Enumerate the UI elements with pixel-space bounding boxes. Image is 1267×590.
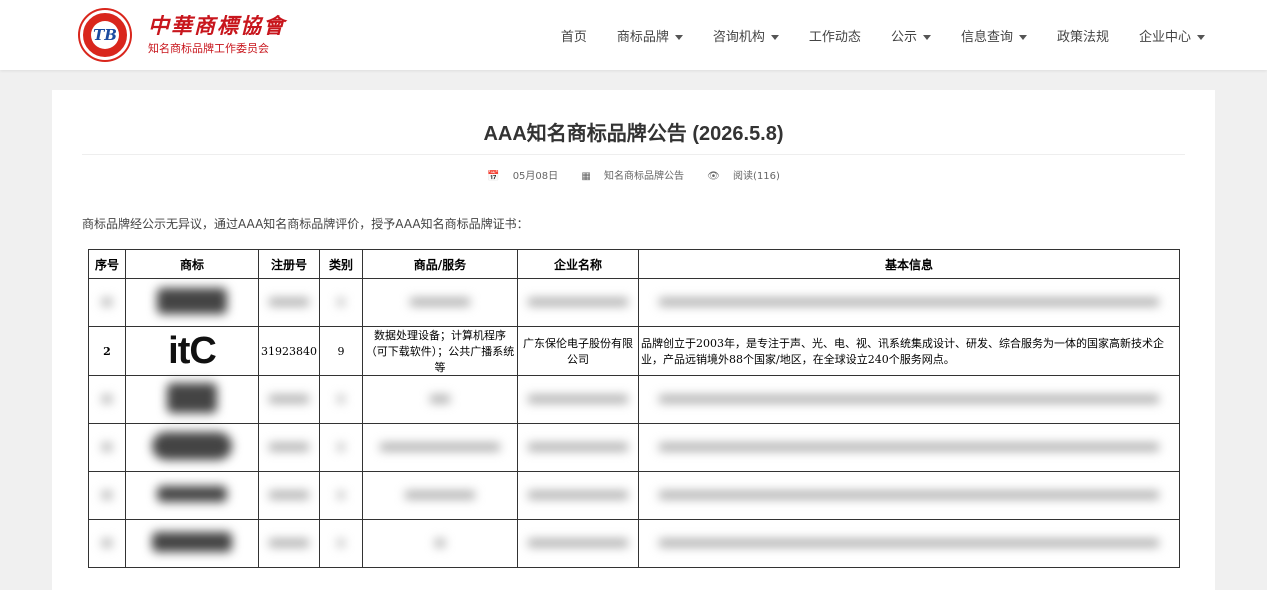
nav-consulting[interactable]: 咨询机构 <box>713 26 779 45</box>
nav-public-notice[interactable]: 公示 <box>891 26 931 45</box>
logo-badge-icon: TB <box>80 10 130 60</box>
grid-icon: ▦ <box>581 171 591 182</box>
eye-icon: 👁 <box>707 171 720 182</box>
logo-title: 中華商標協會 <box>148 13 286 38</box>
table-row <box>88 423 1180 472</box>
row-class: 9 <box>319 326 363 376</box>
row-goods: 数据处理设备；计算机程序（可下载软件）；公共广播系统等 <box>362 326 518 376</box>
table-row-featured: 2 itC 31923840 9 数据处理设备；计算机程序（可下载软件）；公共广… <box>88 326 1180 376</box>
col-company: 企业名称 <box>517 249 639 279</box>
chevron-down-icon <box>1197 34 1205 40</box>
row-reg-no: 31923840 <box>258 326 320 376</box>
nav-news[interactable]: 工作动态 <box>809 26 861 45</box>
table-row <box>88 519 1180 568</box>
row-info: 品牌创立于2003年，是专注于声、光、电、视、讯系统集成设计、研发、综合服务为一… <box>638 326 1180 376</box>
site-header: TB 中華商標協會 知名商标品牌工作委员会 首页 商标品牌 咨询机构 工作动态 … <box>0 0 1267 70</box>
article-card: AAA知名商标品牌公告 (2026.5.8) 📅 05月08日 ▦ 知名商标品牌… <box>52 90 1215 590</box>
main-nav: 首页 商标品牌 咨询机构 工作动态 公示 信息查询 政策法规 企业中心 <box>531 0 1205 70</box>
title-divider <box>82 154 1185 155</box>
article-title: AAA知名商标品牌公告 (2026.5.8) <box>483 123 784 145</box>
row-company: 广东保伦电子股份有限公司 <box>517 326 639 376</box>
article-intro: 商标品牌经公示无异议，通过AAA知名商标品牌评价，授予AAA知名商标品牌证书： <box>82 217 529 231</box>
calendar-icon: 📅 <box>487 171 500 182</box>
nav-info-query[interactable]: 信息查询 <box>961 26 1027 45</box>
table-header-row: 序号 商标 注册号 类别 商品/服务 企业名称 基本信息 <box>88 249 1180 279</box>
nav-policy[interactable]: 政策法规 <box>1057 26 1109 45</box>
reads-meta: 👁 阅读(116) <box>707 171 780 182</box>
article-meta: 📅 05月08日 ▦ 知名商标品牌公告 👁 阅读(116) <box>52 167 1215 182</box>
table-row <box>88 471 1180 520</box>
col-logo: 商标 <box>125 249 259 279</box>
row-no: 2 <box>88 326 126 376</box>
site-logo[interactable]: TB 中華商標協會 知名商标品牌工作委员会 <box>80 10 286 60</box>
nav-brands[interactable]: 商标品牌 <box>617 26 683 45</box>
category-meta[interactable]: ▦ 知名商标品牌公告 <box>576 171 689 182</box>
chevron-down-icon <box>922 34 931 40</box>
col-no: 序号 <box>88 249 126 279</box>
logo-subtitle: 知名商标品牌工作委员会 <box>148 42 269 55</box>
col-reg-no: 注册号 <box>258 249 320 279</box>
col-class: 类别 <box>319 249 363 279</box>
chevron-down-icon <box>770 34 779 40</box>
nav-home[interactable]: 首页 <box>561 26 587 45</box>
brand-table: 序号 商标 注册号 类别 商品/服务 企业名称 基本信息 2 itC 31923… <box>88 249 1180 568</box>
chevron-down-icon <box>674 34 683 40</box>
brand-logo: itC <box>125 326 259 376</box>
nav-enterprise-center[interactable]: 企业中心 <box>1139 26 1205 45</box>
col-info: 基本信息 <box>638 249 1180 279</box>
logo-badge-text: TB <box>91 21 119 49</box>
date-meta: 📅 05月08日 <box>487 171 559 182</box>
table-row <box>88 278 1180 327</box>
chevron-down-icon <box>1018 34 1027 40</box>
table-row <box>88 375 1180 424</box>
col-goods: 商品/服务 <box>362 249 518 279</box>
